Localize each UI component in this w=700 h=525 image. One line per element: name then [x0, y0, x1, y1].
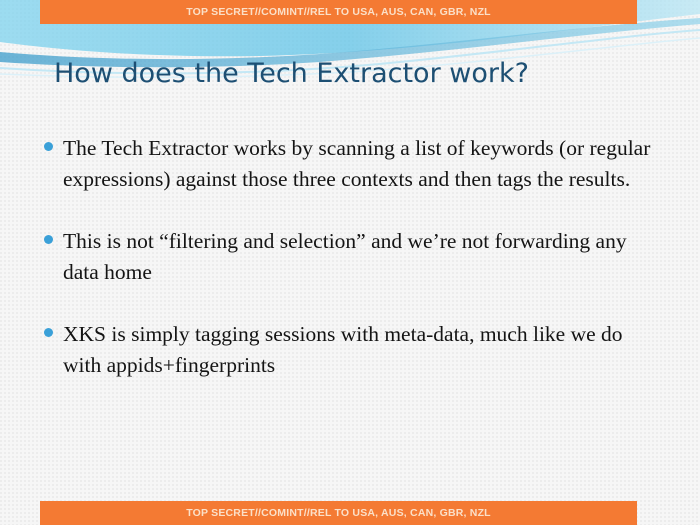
bullet-item: The Tech Extractor works by scanning a l… — [44, 133, 654, 195]
bullet-item: XKS is simply tagging sessions with meta… — [44, 319, 654, 381]
classification-banner-bottom: TOP SECRET//COMINT//REL TO USA, AUS, CAN… — [40, 501, 637, 525]
bullet-text: This is not “filtering and selection” an… — [63, 229, 627, 284]
bullet-dot-icon — [44, 142, 53, 151]
bullet-list: The Tech Extractor works by scanning a l… — [44, 133, 654, 381]
slide-title: How does the Tech Extractor work? — [54, 58, 529, 89]
bullet-dot-icon — [44, 235, 53, 244]
bullet-item: This is not “filtering and selection” an… — [44, 226, 654, 288]
bullet-dot-icon — [44, 328, 53, 337]
bullet-text: The Tech Extractor works by scanning a l… — [63, 136, 651, 191]
classification-banner-top: TOP SECRET//COMINT//REL TO USA, AUS, CAN… — [40, 0, 637, 24]
bullet-text: XKS is simply tagging sessions with meta… — [63, 322, 623, 377]
